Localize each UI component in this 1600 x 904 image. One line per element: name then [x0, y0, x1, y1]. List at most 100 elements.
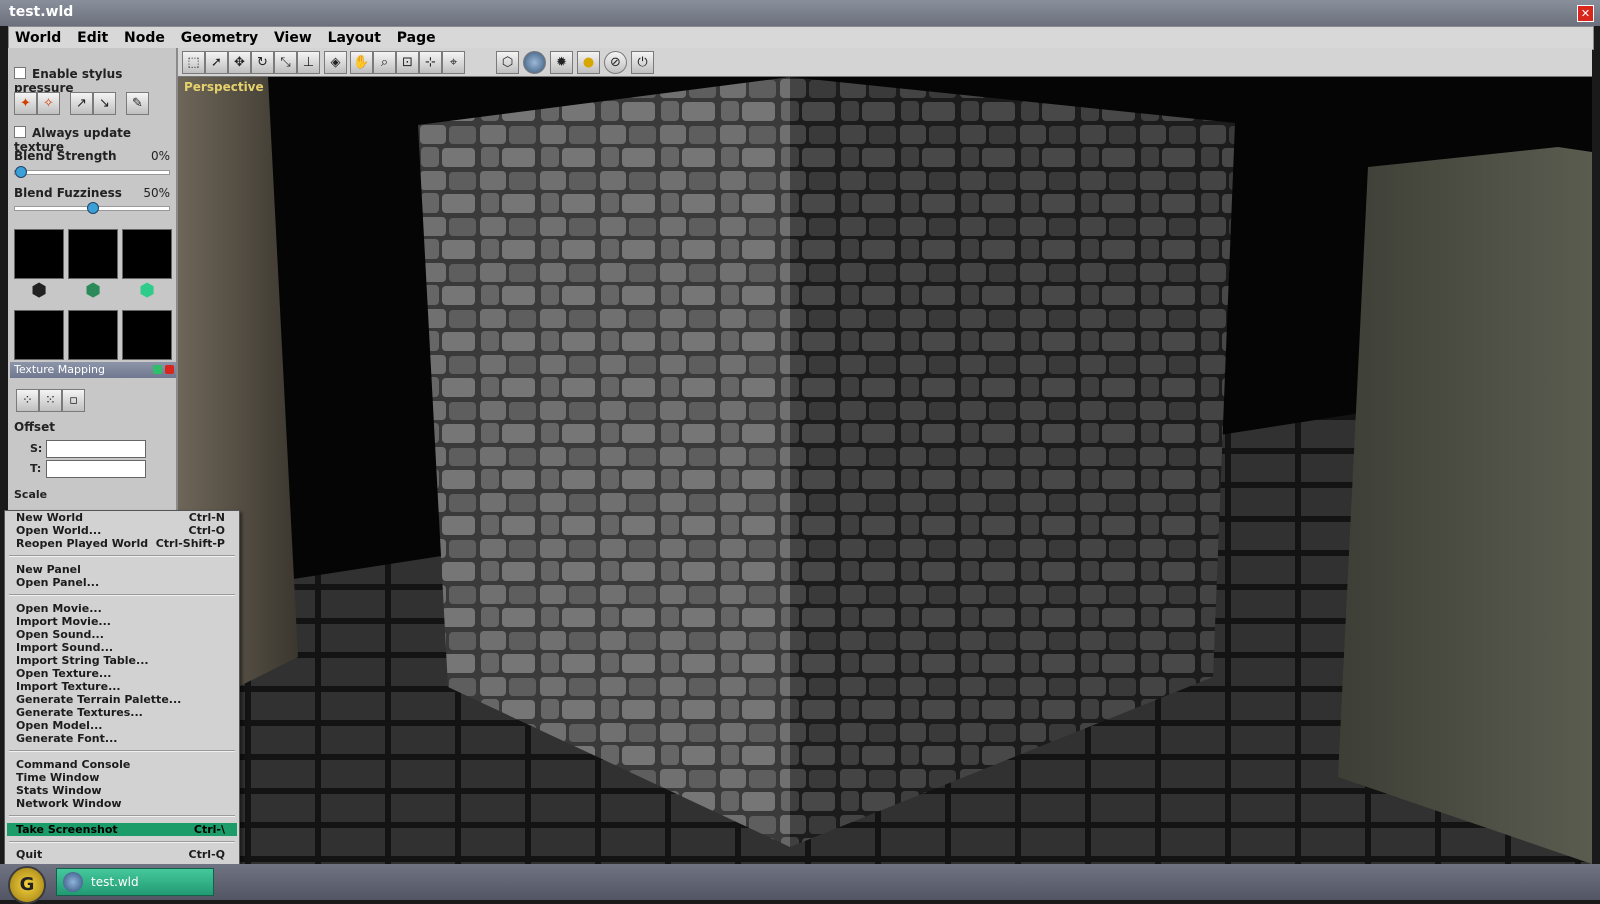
eyedropper-icon[interactable]: ✎: [126, 92, 149, 115]
blend-strength-row: Blend Strength 0%: [14, 149, 170, 163]
menu-item-take-screenshot[interactable]: Take Screenshot Ctrl-\: [7, 823, 237, 836]
scale-tool-icon[interactable]: ⤡: [274, 51, 297, 74]
menu-node[interactable]: Node: [118, 27, 171, 49]
texture-swatch[interactable]: [14, 229, 64, 279]
stylus-pressure-checkbox[interactable]: [14, 67, 26, 79]
zoom-box-tool-icon[interactable]: ⊡: [396, 51, 419, 74]
menu-geometry[interactable]: Geometry: [175, 27, 264, 49]
perspective-viewport[interactable]: Perspective: [178, 77, 1592, 864]
stylus-pressure-option[interactable]: Enable stylus pressure: [14, 67, 176, 95]
grid-view-icon[interactable]: ⊘: [604, 51, 627, 74]
menu-item-reopen-played-world[interactable]: Reopen Played World Ctrl-Shift-P: [7, 537, 237, 550]
menu-item-new-world[interactable]: New World Ctrl-N: [7, 511, 237, 524]
menu-edit[interactable]: Edit: [71, 27, 114, 49]
menu-item-command-console[interactable]: Command Console: [7, 758, 237, 771]
texture-mapping-title: Texture Mapping: [14, 363, 105, 376]
menu-view[interactable]: View: [268, 27, 318, 49]
menu-item-generate-font[interactable]: Generate Font...: [7, 732, 237, 745]
light-view-icon[interactable]: ✹: [550, 51, 573, 74]
start-orb-icon[interactable]: G: [8, 866, 46, 904]
stylus-pressure-label: Enable stylus pressure: [14, 67, 123, 95]
blend-fuzziness-row: Blend Fuzziness 50%: [14, 186, 170, 200]
texture-swatch[interactable]: [122, 229, 172, 279]
menu-separator: [9, 594, 235, 596]
texture-swatch[interactable]: [68, 310, 118, 360]
select-tool-icon[interactable]: ⬚: [182, 51, 205, 74]
center-tool-icon[interactable]: ⌖: [442, 51, 465, 74]
cube-green-icon[interactable]: ⬢: [136, 280, 158, 302]
blend-strength-knob[interactable]: [15, 166, 27, 178]
pivot-tool-icon[interactable]: ⊥: [297, 51, 320, 74]
map-planar-icon[interactable]: ⁘: [16, 389, 39, 412]
menu-separator: [9, 841, 235, 843]
menu-layout[interactable]: Layout: [322, 27, 387, 49]
menu-item-generate-textures[interactable]: Generate Textures...: [7, 706, 237, 719]
blend-fuzziness-slider[interactable]: [14, 202, 170, 214]
close-icon[interactable]: [165, 365, 174, 374]
bulb-view-icon[interactable]: ●: [577, 51, 600, 74]
zoom-tool-icon[interactable]: ⌕: [373, 51, 396, 74]
menu-item-open-model[interactable]: Open Model...: [7, 719, 237, 732]
cube-mixed-icon[interactable]: ⬢: [82, 280, 104, 302]
blend-strength-slider[interactable]: [14, 166, 170, 178]
taskbar: G test.wld: [0, 864, 1600, 904]
viewport-label: Perspective: [184, 80, 264, 94]
blend-strength-label: Blend Strength: [14, 149, 117, 163]
menu-item-network-window[interactable]: Network Window: [7, 797, 237, 810]
menu-item-open-sound[interactable]: Open Sound...: [7, 628, 237, 641]
pan-tool-icon[interactable]: ✋: [350, 51, 373, 74]
brush-subtract-icon[interactable]: ✧: [37, 92, 60, 115]
t-label: T:: [30, 462, 42, 475]
cube-dark-icon[interactable]: ⬢: [28, 280, 50, 302]
menu-item-time-window[interactable]: Time Window: [7, 771, 237, 784]
brush-sharpen-icon[interactable]: ↘: [93, 92, 116, 115]
arrow-tool-icon[interactable]: ➚: [205, 51, 228, 74]
menu-separator: [9, 555, 235, 557]
always-update-checkbox[interactable]: [14, 126, 26, 138]
globe-view-icon[interactable]: [523, 51, 546, 74]
close-icon[interactable]: ✕: [1577, 5, 1594, 22]
offset-label: Offset: [14, 420, 55, 434]
blend-strength-value: 0%: [150, 149, 170, 163]
menu-item-import-movie[interactable]: Import Movie...: [7, 615, 237, 628]
offset-s-field[interactable]: [46, 440, 146, 458]
node-tool-icon[interactable]: ◈: [324, 51, 347, 74]
texture-swatch[interactable]: [14, 310, 64, 360]
move-tool-icon[interactable]: ✥: [228, 51, 251, 74]
rotate-tool-icon[interactable]: ↻: [251, 51, 274, 74]
scale-label: Scale: [14, 488, 48, 501]
texture-swatch[interactable]: [68, 229, 118, 279]
brush-buttons: ✦ ✧ ↗ ↘ ✎: [14, 92, 174, 116]
menu-item-import-string-table[interactable]: Import String Table...: [7, 654, 237, 667]
map-reset-icon[interactable]: ▫: [62, 389, 85, 412]
taskbar-item[interactable]: test.wld: [56, 868, 214, 896]
offset-t-field[interactable]: [46, 460, 146, 478]
menu-item-open-panel[interactable]: Open Panel...: [7, 576, 237, 589]
map-rotate-icon[interactable]: ⁙: [39, 389, 62, 412]
menu-item-open-movie[interactable]: Open Movie...: [7, 602, 237, 615]
window-title-bar: test.wld ✕: [0, 0, 1600, 26]
menu-item-import-sound[interactable]: Import Sound...: [7, 641, 237, 654]
menu-item-open-world[interactable]: Open World... Ctrl-O: [7, 524, 237, 537]
brush-add-icon[interactable]: ✦: [14, 92, 37, 115]
minimize-icon[interactable]: [153, 365, 162, 374]
blend-fuzziness-value: 50%: [143, 186, 170, 200]
menu-item-import-texture[interactable]: Import Texture...: [7, 680, 237, 693]
blend-fuzziness-knob[interactable]: [87, 202, 99, 214]
menu-page[interactable]: Page: [391, 27, 442, 49]
blend-fuzziness-label: Blend Fuzziness: [14, 186, 122, 200]
orbit-tool-icon[interactable]: ⊹: [419, 51, 442, 74]
brush-smooth-icon[interactable]: ↗: [70, 92, 93, 115]
scene-render: [178, 77, 1592, 864]
menu-item-stats-window[interactable]: Stats Window: [7, 784, 237, 797]
menu-bar: World Edit Node Geometry View Layout Pag…: [8, 26, 1594, 50]
menu-item-new-panel[interactable]: New Panel: [7, 563, 237, 576]
menu-item-open-texture[interactable]: Open Texture...: [7, 667, 237, 680]
menu-item-generate-terrain-palette[interactable]: Generate Terrain Palette...: [7, 693, 237, 706]
texture-swatch[interactable]: [122, 310, 172, 360]
wireframe-view-icon[interactable]: ⬡: [496, 51, 519, 74]
menu-item-quit[interactable]: Quit Ctrl-Q: [7, 848, 237, 861]
world-globe-icon: [63, 872, 83, 892]
menu-world[interactable]: World: [9, 27, 67, 49]
time-view-icon[interactable]: ⏻: [631, 51, 654, 74]
